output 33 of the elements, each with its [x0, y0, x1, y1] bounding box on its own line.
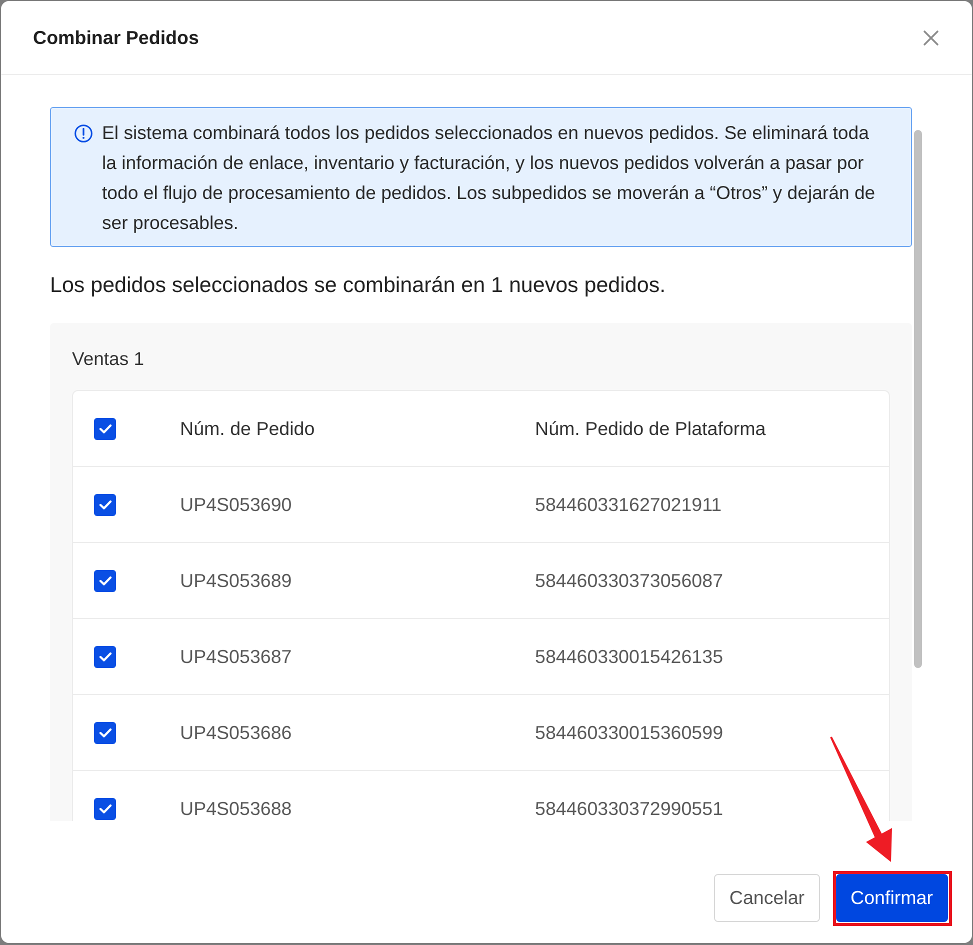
table-cell-text: UP4S053690 — [180, 494, 293, 516]
close-icon — [923, 30, 939, 46]
checkbox[interactable] — [94, 418, 116, 440]
table-cell-text: UP4S053688 — [180, 798, 293, 820]
summary-text: Los pedidos seleccionados se combinarán en 1 nuevos pedidos. — [50, 272, 667, 299]
dialog-title: Combinar Pedidos — [33, 26, 199, 48]
table-cell-text: 584460330373056087 — [535, 570, 724, 592]
checkbox[interactable] — [94, 494, 116, 516]
scrollbar-thumb[interactable] — [914, 130, 922, 668]
cancel-button[interactable]: Cancelar — [714, 874, 820, 922]
checkbox[interactable] — [94, 570, 116, 592]
check-icon — [98, 424, 112, 434]
check-icon — [98, 500, 112, 510]
checkbox[interactable] — [94, 646, 116, 668]
check-icon — [98, 804, 112, 814]
table-cell-text: 584460331627021911 — [535, 494, 723, 516]
check-icon — [98, 576, 112, 586]
table-cell-text: UP4S053687 — [180, 646, 293, 668]
table-cell-text: 584460330372990551 — [535, 798, 724, 820]
table-cell-text: 584460330015426135 — [535, 646, 724, 668]
table-cell-text: UP4S053689 — [180, 570, 293, 592]
check-icon — [98, 728, 112, 738]
column-header: Núm. de Pedido — [180, 418, 316, 440]
table-cell-text: 584460330015360599 — [535, 722, 724, 744]
checkbox[interactable] — [94, 798, 116, 820]
check-icon — [98, 652, 112, 662]
notice-text: El sistema combinará todos los pedidos seleccionados en nuevos pedidos. Se eliminará toda la información de enlace, inventario y facturación, y los nuevos pedidos volverán a pasar por todo el flujo de procesamiento de pedidos. Los subpedidos se moverán a “Otros” y dejarán de ser procesables. — [102, 121, 876, 235]
table-cell-text: UP4S053686 — [180, 722, 293, 744]
info-icon — [74, 124, 93, 143]
checkbox[interactable] — [94, 722, 116, 744]
group-title: Ventas 1 — [72, 347, 146, 371]
confirm-button[interactable]: Confirmar — [836, 874, 948, 922]
column-header: Núm. Pedido de Plataforma — [535, 418, 767, 440]
